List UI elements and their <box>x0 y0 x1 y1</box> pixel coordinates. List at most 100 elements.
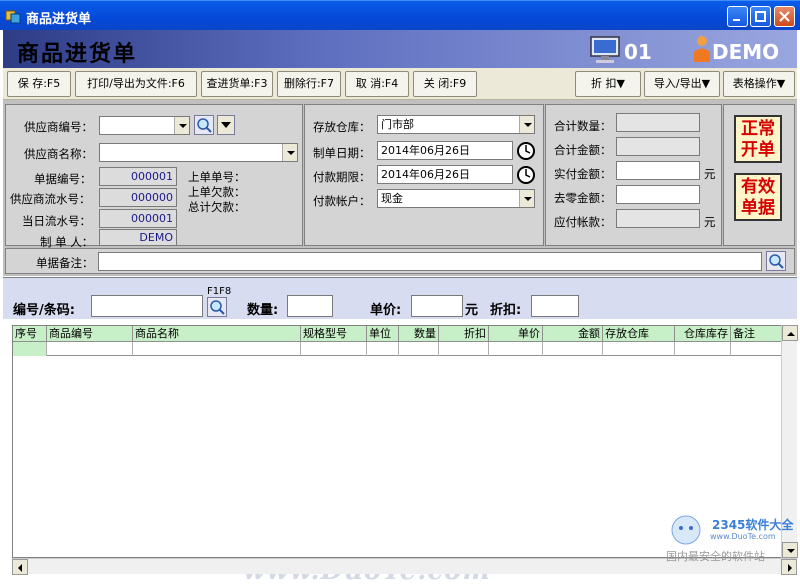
delete-row-button[interactable]: 删除行:F7 <box>277 71 341 97</box>
code-label: 编号/条码: <box>13 303 75 318</box>
current-user: DEMO <box>712 40 780 64</box>
page-title: 商品进货单 <box>17 41 138 67</box>
table-ops-menu-button[interactable]: 表格操作▼ <box>723 71 795 97</box>
scroll-left-button[interactable] <box>12 559 28 575</box>
pay-due-field[interactable]: 2014年06月26日 <box>377 165 513 184</box>
order-form: 供应商编号： 供应商名称： 单据编号： 000001 供应商流水号： 00000… <box>3 100 797 276</box>
query-orders-button[interactable]: 查进货单:F3 <box>201 71 273 97</box>
triangle-down-icon <box>221 122 231 128</box>
total-qty-field <box>616 113 700 132</box>
clock-icon[interactable] <box>516 165 536 185</box>
warehouse-label: 存放仓库： <box>313 120 371 134</box>
table-row[interactable] <box>13 342 787 356</box>
table-cell[interactable] <box>603 342 675 356</box>
maximize-button[interactable] <box>750 6 771 27</box>
app-icon <box>5 10 21 24</box>
table-cell[interactable] <box>133 342 301 356</box>
doc-no-label: 单据编号： <box>34 172 92 186</box>
qty-input[interactable] <box>287 295 333 317</box>
close-button[interactable]: 关 闭:F9 <box>413 71 477 97</box>
price-label: 单价: <box>370 303 402 318</box>
cancel-button[interactable]: 取 消:F4 <box>345 71 409 97</box>
remark-row: 单据备注： <box>5 248 795 274</box>
round-off-label: 去零金额： <box>554 191 612 205</box>
status-panel: 正常开单 有效单据 <box>723 104 795 246</box>
minimize-icon <box>733 19 740 21</box>
col-header[interactable]: 单位 <box>367 326 399 342</box>
col-header[interactable]: 序号 <box>13 326 47 342</box>
table-cell[interactable] <box>47 342 133 356</box>
total-amount-field <box>616 137 700 156</box>
import-export-menu-button[interactable]: 导入/导出▼ <box>644 71 720 97</box>
col-header[interactable]: 存放仓库 <box>603 326 675 342</box>
supplier-search-button[interactable] <box>194 115 214 135</box>
minimize-button[interactable] <box>727 6 748 27</box>
supplier-code-select[interactable] <box>99 116 190 135</box>
col-header[interactable]: 仓库库存 <box>675 326 731 342</box>
supplier-name-label: 供应商名称： <box>24 147 93 161</box>
window-title: 商品进货单 <box>26 12 92 27</box>
col-header[interactable]: 单价 <box>489 326 543 342</box>
col-header[interactable]: 备注 <box>731 326 787 342</box>
table-cell[interactable] <box>675 342 731 356</box>
col-header[interactable]: 规格型号 <box>301 326 367 342</box>
supplier-panel: 供应商编号： 供应商名称： 单据编号： 000001 供应商流水号： 00000… <box>5 104 303 249</box>
table-cell[interactable] <box>367 342 399 356</box>
table-cell[interactable] <box>543 342 603 356</box>
close-window-button[interactable] <box>774 6 795 27</box>
make-date-field[interactable]: 2014年06月26日 <box>377 141 513 160</box>
col-header[interactable]: 折扣 <box>439 326 489 342</box>
table-cell[interactable] <box>301 342 367 356</box>
table-cell[interactable] <box>731 342 787 356</box>
daily-serial-field: 000001 <box>99 209 177 228</box>
col-header[interactable]: 金额 <box>543 326 603 342</box>
supplier-serial-field: 000000 <box>99 188 177 207</box>
scroll-up-button[interactable] <box>782 325 798 341</box>
warehouse-select[interactable]: 门市部 <box>377 115 535 134</box>
row-indicator <box>13 342 47 356</box>
col-header[interactable]: 数量 <box>399 326 439 342</box>
remark-input[interactable] <box>98 252 762 271</box>
remark-search-button[interactable] <box>766 251 786 271</box>
paid-yuan-label: 元 <box>704 167 716 181</box>
doc-no-field: 000001 <box>99 167 177 186</box>
chevron-down-icon <box>519 116 534 133</box>
total-qty-label: 合计数量： <box>554 119 612 133</box>
supplier-dropdown-button[interactable] <box>217 115 235 135</box>
table-cell[interactable] <box>399 342 439 356</box>
table-cell[interactable] <box>439 342 489 356</box>
item-entry-row: www.DuoTe.com 编号/条码: F1F8 数量: 单价: 元 折扣: <box>3 277 797 584</box>
discount-label: 折扣: <box>490 303 522 318</box>
save-button[interactable]: 保 存:F5 <box>7 71 71 97</box>
chevron-down-icon <box>174 117 189 134</box>
user-icon <box>694 36 710 62</box>
hotkey-hint: F1F8 <box>207 286 232 297</box>
paid-amount-input[interactable] <box>616 161 700 180</box>
discount-menu-button[interactable]: 折 扣▼ <box>575 71 641 97</box>
status-stamp-normal: 正常开单 <box>734 115 782 163</box>
code-search-button[interactable] <box>207 297 227 317</box>
mascot-icon <box>671 515 701 545</box>
computer-icon <box>590 36 620 63</box>
total-amount-label: 合计金额： <box>554 143 612 157</box>
make-date-label: 制单日期： <box>313 146 371 160</box>
discount-input[interactable] <box>531 295 579 317</box>
col-header[interactable]: 商品名称 <box>133 326 301 342</box>
pay-account-select[interactable]: 现金 <box>377 189 535 208</box>
maximize-icon <box>755 11 766 22</box>
site-logo: 2345软件大全 www.DuoTe.com 国内最安全的软件站 <box>660 512 796 572</box>
last-doc-label: 上单单号： <box>188 170 246 184</box>
station-number: 01 <box>624 40 652 64</box>
warehouse-panel: 存放仓库： 门市部 制单日期： 2014年06月26日 付款期限： 2014年0… <box>304 104 544 246</box>
supplier-name-select[interactable] <box>99 143 298 162</box>
print-export-button[interactable]: 打印/导出为文件:F6 <box>75 71 197 97</box>
total-owed-label: 总计欠款： <box>188 200 246 214</box>
price-input[interactable] <box>411 295 463 317</box>
table-cell[interactable] <box>489 342 543 356</box>
remark-label: 单据备注： <box>36 256 94 270</box>
clock-icon[interactable] <box>516 141 536 161</box>
col-header[interactable]: 商品编号 <box>47 326 133 342</box>
code-input[interactable] <box>91 295 203 317</box>
round-off-input[interactable] <box>616 185 700 204</box>
search-icon <box>197 118 212 133</box>
